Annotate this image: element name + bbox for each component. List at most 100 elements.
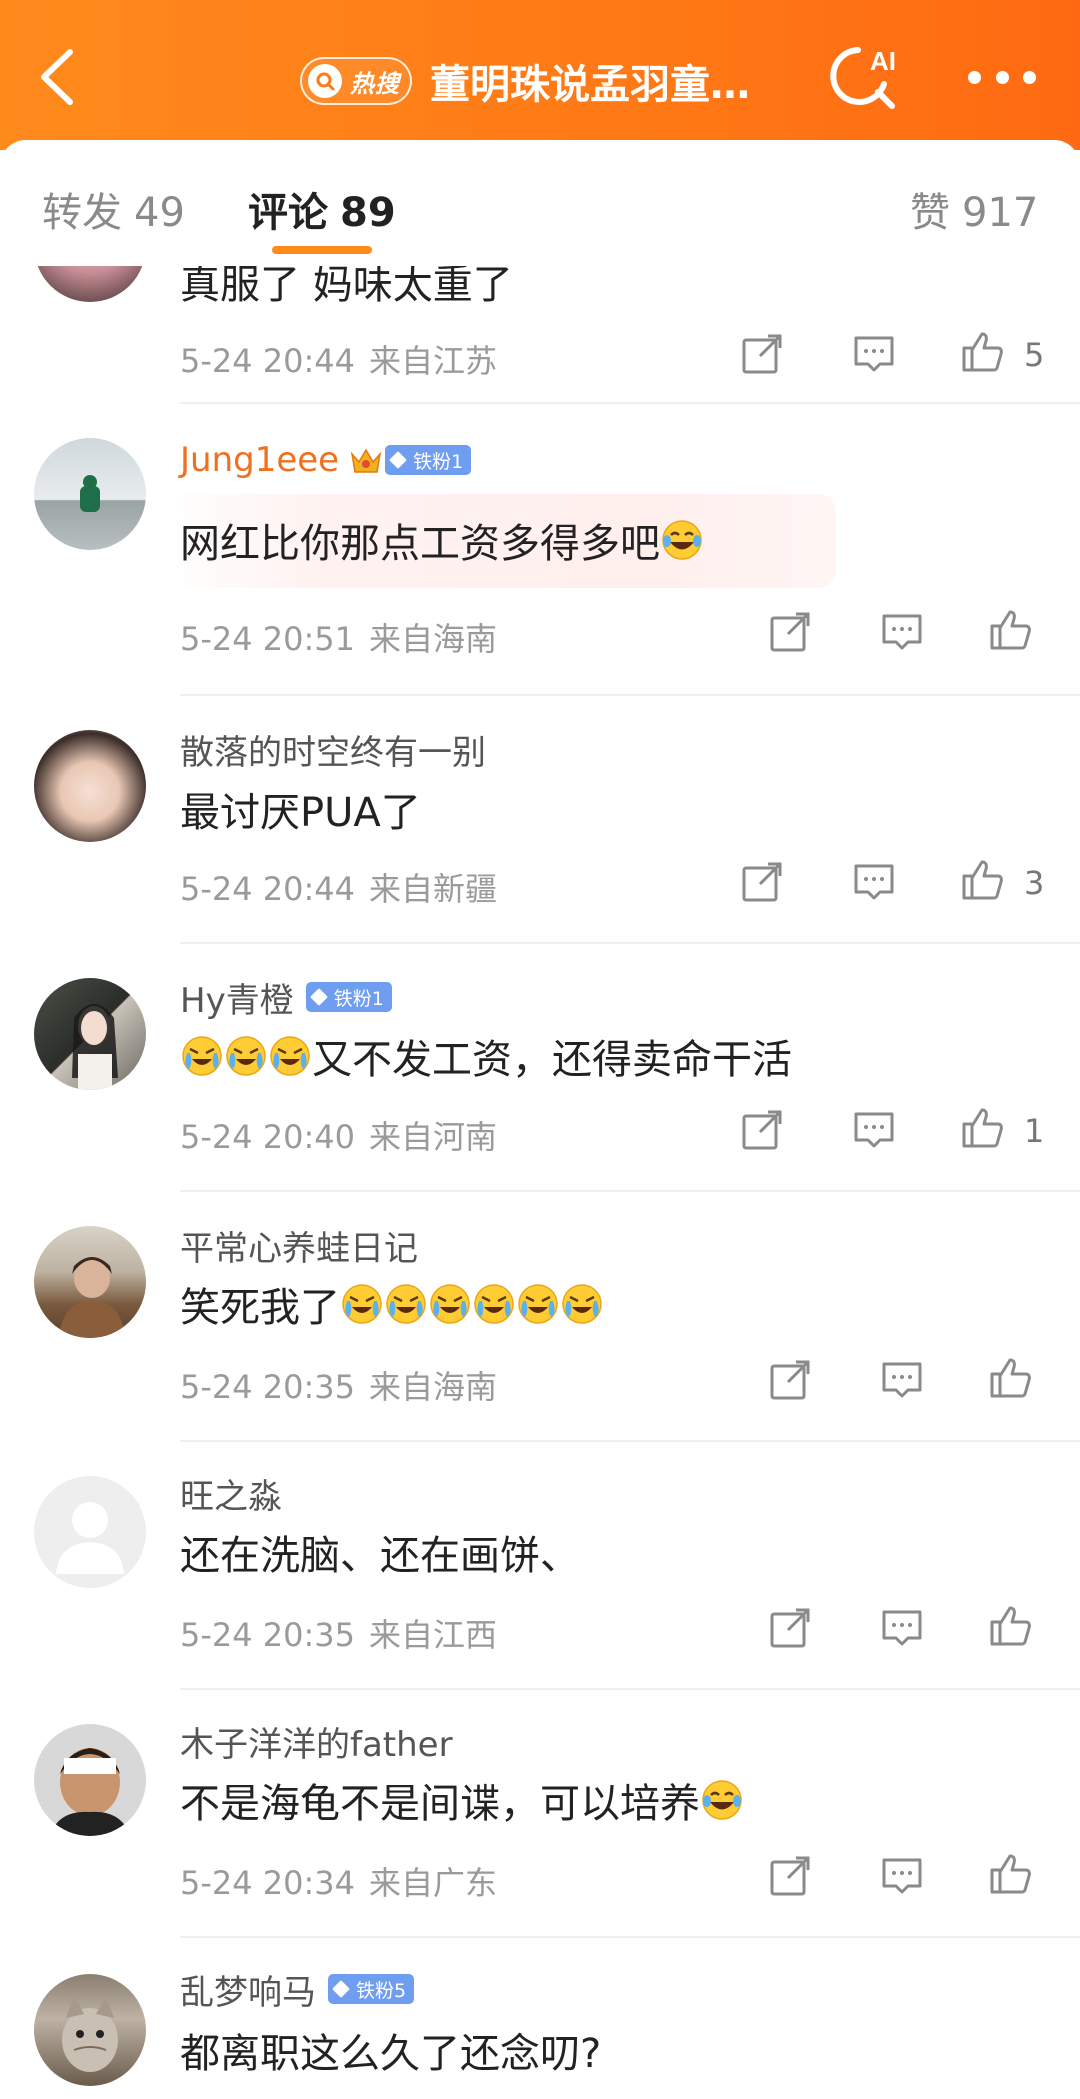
page-title: 董明珠说孟羽童… <box>430 62 750 108</box>
hot-search-title[interactable]: 热搜 董明珠说孟羽童… <box>300 52 750 110</box>
reply-icon[interactable] <box>878 1604 926 1652</box>
avatar[interactable] <box>34 438 146 550</box>
comment-time: 5-24 20:44 <box>180 870 356 908</box>
default-avatar-icon <box>56 1502 124 1574</box>
username[interactable]: Hy青橙 铁粉1 <box>180 974 392 1021</box>
comment-text-content: 不是海龟不是间谍，可以培养 <box>180 1781 700 1827</box>
cry-laugh-emoji <box>226 1036 266 1076</box>
reply-icon[interactable] <box>850 330 898 378</box>
comment-time: 5-24 20:44 <box>180 342 356 380</box>
comment-text: 网红比你那点工资多得多吧 <box>180 510 704 570</box>
comment-meta: 5-24 20:34 来自广东 <box>180 1858 497 1904</box>
avatar[interactable] <box>34 1974 146 2086</box>
comment-meta: 5-24 20:44 来自新疆 <box>180 864 497 910</box>
fan-badge: 铁粉1 <box>385 445 472 475</box>
comment-meta: 5-24 20:40 来自河南 <box>180 1112 497 1158</box>
like-count: 3 <box>1024 864 1045 902</box>
username[interactable]: Jung1eee 铁粉1 <box>180 438 472 482</box>
divider <box>180 1936 1080 1938</box>
cry-laugh-emoji <box>270 1036 310 1076</box>
hot-search-label: 热搜 <box>350 69 400 98</box>
reply-icon[interactable] <box>850 1106 898 1154</box>
tab-bar: 转发 49 评论 89 赞 917 <box>0 140 1080 266</box>
like-icon[interactable] <box>986 1850 1034 1898</box>
top-bar: 热搜 董明珠说孟羽童… AI <box>0 0 1080 150</box>
tab-reposts[interactable]: 转发 49 <box>42 180 185 238</box>
tab-reposts-count: 49 <box>134 190 185 236</box>
avatar[interactable] <box>34 1724 146 1836</box>
comment-text: 还在洗脑、还在画饼、 <box>180 1533 580 1579</box>
active-tab-indicator <box>272 246 372 254</box>
fan-badge: 铁粉5 <box>328 1974 415 2004</box>
cry-laugh-emoji <box>430 1284 470 1324</box>
share-icon[interactable] <box>766 1356 814 1404</box>
tab-comments[interactable]: 评论 89 <box>248 180 396 238</box>
avatar[interactable] <box>34 978 146 1090</box>
tab-likes-label: 赞 <box>910 190 950 236</box>
share-icon[interactable] <box>766 1604 814 1652</box>
fan-badge: 铁粉1 <box>305 982 392 1012</box>
username[interactable]: 旺之淼 <box>180 1470 282 1517</box>
share-icon[interactable] <box>738 330 786 378</box>
tab-likes-count: 917 <box>962 190 1039 236</box>
comment-text: 最讨厌PUA了 <box>180 790 421 836</box>
laugh-emoji <box>662 520 702 560</box>
tab-comments-count: 89 <box>340 190 396 236</box>
comment-time: 5-24 20:40 <box>180 1118 356 1156</box>
username[interactable]: 散落的时空终有一别 <box>180 726 486 773</box>
tab-likes[interactable]: 赞 917 <box>910 180 1038 238</box>
share-icon[interactable] <box>738 1106 786 1154</box>
username[interactable]: 木子洋洋的father <box>180 1718 453 1765</box>
like-count: 5 <box>1024 336 1045 374</box>
avatar[interactable] <box>34 730 146 842</box>
comment-meta: 5-24 20:44 来自江苏 <box>180 336 497 382</box>
reply-icon[interactable] <box>878 608 926 656</box>
crown-icon <box>350 448 382 473</box>
back-arrow-icon[interactable] <box>28 42 88 112</box>
fan-badge-text: 铁粉1 <box>413 450 464 473</box>
like-icon[interactable] <box>986 1354 1034 1402</box>
comment-text-content: 网红比你那点工资多得多吧 <box>180 521 660 567</box>
cry-laugh-emoji <box>386 1284 426 1324</box>
comment-text: 又不发工资，还得卖命干活 <box>180 1026 792 1086</box>
like-icon[interactable] <box>958 1104 1006 1152</box>
like-icon[interactable] <box>986 1602 1034 1650</box>
cry-laugh-emoji <box>518 1284 558 1324</box>
comment-meta: 5-24 20:51 来自海南 <box>180 614 497 660</box>
reply-icon[interactable] <box>878 1852 926 1900</box>
divider <box>180 1440 1080 1442</box>
comment-text: 都离职这么久了还念叨? <box>180 2031 602 2077</box>
divider <box>180 1190 1080 1192</box>
comment-location: 来自新疆 <box>369 870 498 908</box>
comment-text: 不是海龟不是间谍，可以培养 <box>180 1770 744 1830</box>
like-icon[interactable] <box>958 856 1006 904</box>
comment-location: 来自广东 <box>369 1864 498 1902</box>
more-options-icon[interactable] <box>968 62 1036 92</box>
divider <box>180 402 1080 404</box>
hot-search-badge: 热搜 <box>300 57 412 105</box>
like-icon[interactable] <box>986 606 1034 654</box>
reply-icon[interactable] <box>878 1356 926 1404</box>
like-icon[interactable] <box>958 328 1006 376</box>
comment-text: 笑死我了 <box>180 1274 604 1334</box>
comment-location: 来自河南 <box>369 1118 498 1156</box>
comment-location: 来自江苏 <box>369 342 498 380</box>
ai-search-icon[interactable]: AI <box>828 40 906 114</box>
cry-laugh-emoji <box>562 1284 602 1324</box>
fan-badge-text: 铁粉1 <box>333 987 384 1010</box>
username-text: 乱梦响马 <box>180 1972 316 2013</box>
comment-text-content: 又不发工资，还得卖命干活 <box>312 1037 792 1083</box>
laugh-emoji <box>702 1780 742 1820</box>
comment-time: 5-24 20:51 <box>180 620 356 658</box>
share-icon[interactable] <box>766 608 814 656</box>
username[interactable]: 乱梦响马 铁粉5 <box>180 1966 415 2013</box>
avatar[interactable] <box>34 1476 146 1588</box>
reply-icon[interactable] <box>850 858 898 906</box>
tab-comments-label: 评论 <box>248 190 328 236</box>
share-icon[interactable] <box>766 1852 814 1900</box>
avatar[interactable] <box>34 1226 146 1338</box>
username[interactable]: 平常心养蛙日记 <box>180 1222 418 1269</box>
divider <box>180 1688 1080 1690</box>
share-icon[interactable] <box>738 858 786 906</box>
fan-badge-text: 铁粉5 <box>356 1979 407 2002</box>
